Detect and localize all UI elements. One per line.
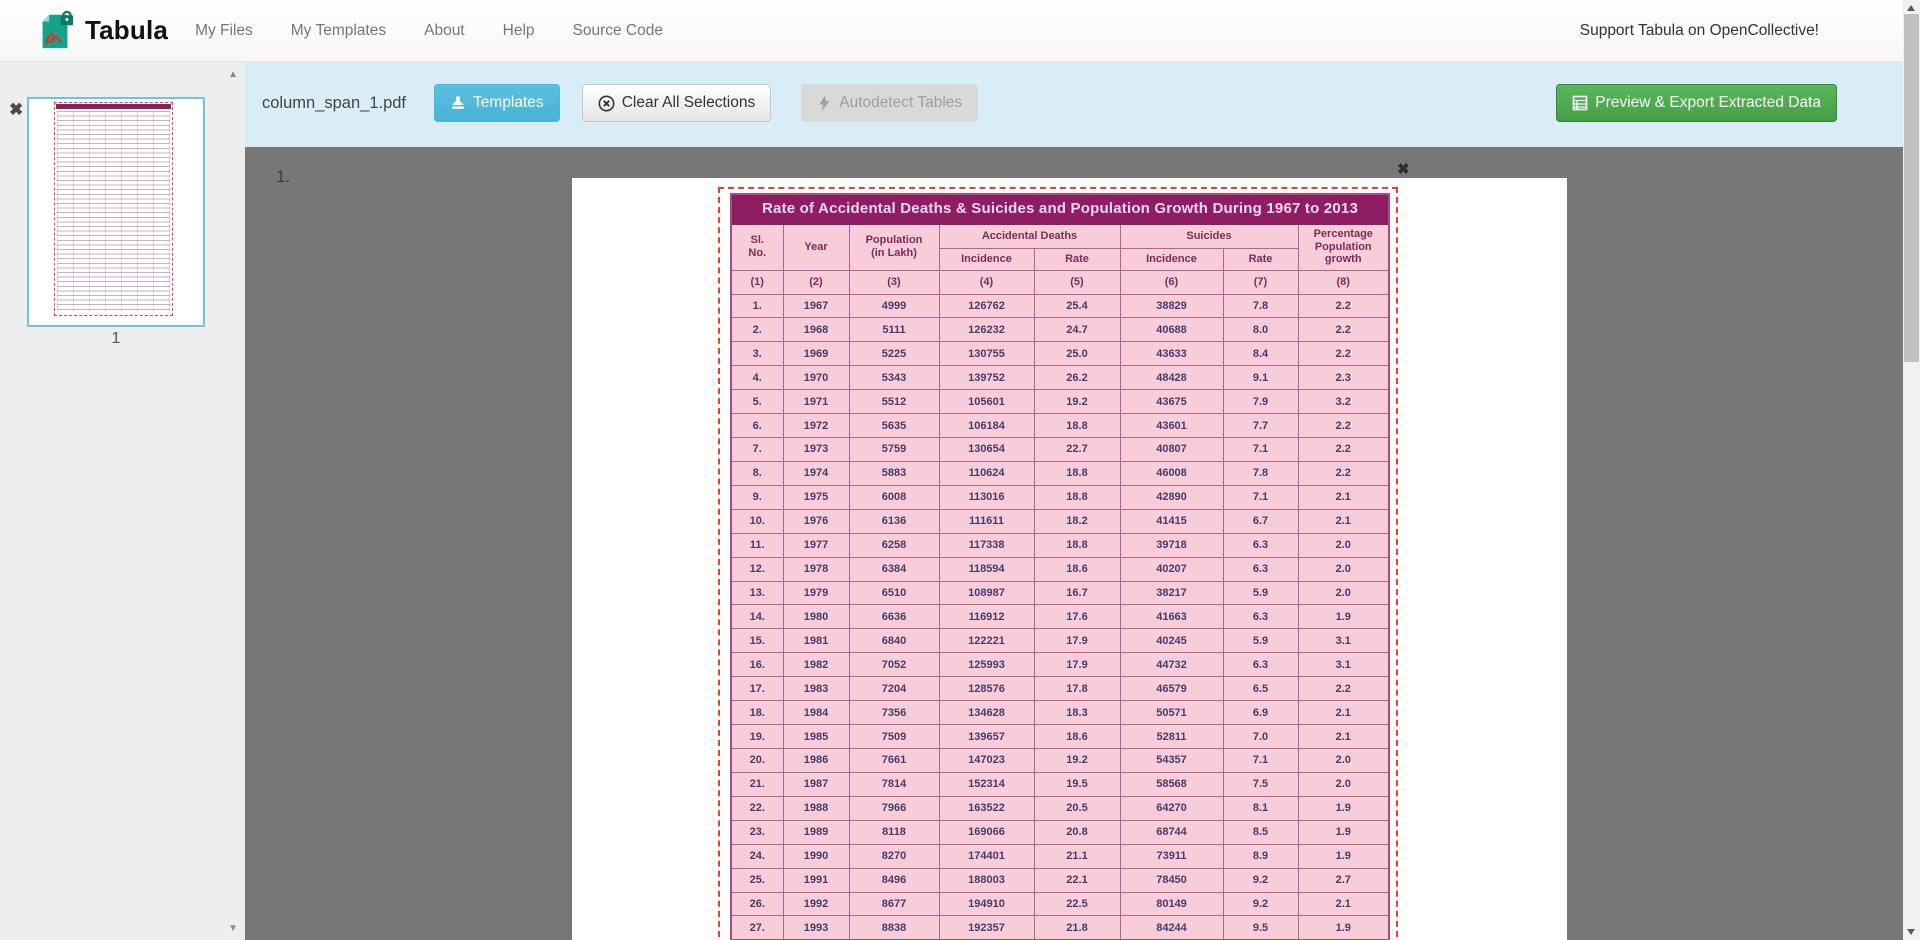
navbar: Tabula My Files My Templates About Help … (0, 0, 1903, 62)
nav-about[interactable]: About (405, 22, 484, 40)
selection-close-icon[interactable]: ✖ (1397, 160, 1410, 178)
thumbnail-table-title-bar (56, 104, 171, 109)
main-nav: My Files My Templates About Help Source … (176, 22, 682, 40)
templates-icon (450, 95, 466, 111)
remove-page-icon[interactable]: ✖ (9, 100, 23, 120)
tabula-app: Tabula My Files My Templates About Help … (0, 0, 1920, 940)
scrollbar-up-arrow[interactable] (1907, 5, 1915, 11)
sidebar-scroll-up-icon[interactable]: ▲ (228, 70, 238, 80)
nav-my-files[interactable]: My Files (176, 22, 272, 40)
autodetect-label: Autodetect Tables (839, 94, 962, 112)
page-number-label: 1. (276, 167, 290, 187)
thumbnail-table-rows (57, 111, 170, 311)
clear-label: Clear All Selections (622, 94, 756, 112)
brand-name: Tabula (85, 15, 168, 46)
autodetect-tables-button: Autodetect Tables (801, 84, 978, 122)
document-filename: column_span_1.pdf (262, 94, 406, 113)
page-thumbnail[interactable] (27, 97, 205, 327)
nav-my-templates[interactable]: My Templates (272, 22, 405, 40)
export-label: Preview & Export Extracted Data (1595, 94, 1821, 112)
table-selection-box[interactable] (718, 187, 1398, 940)
templates-label: Templates (473, 94, 544, 112)
toolbar: column_span_1.pdf Templates Cle (245, 62, 1903, 147)
page-sidebar: ▲ ✖ 1 ▼ (0, 62, 245, 940)
sidebar-scroll-down-icon[interactable]: ▼ (228, 924, 238, 934)
scrollbar-down-arrow[interactable] (1907, 929, 1915, 935)
document-viewport: 1. Rate of Accidental Deaths & Suicides … (245, 147, 1903, 940)
thumbnail-page-number: 1 (27, 330, 205, 348)
vertical-scrollbar (1903, 0, 1920, 940)
circle-x-icon (598, 95, 615, 112)
support-link[interactable]: Support Tabula on OpenCollective! (1580, 22, 1819, 40)
preview-export-button[interactable]: Preview & Export Extracted Data (1556, 84, 1837, 122)
nav-source-code[interactable]: Source Code (554, 22, 682, 40)
thumbnail-selection-overlay (54, 102, 173, 316)
tabula-logo-icon (34, 9, 76, 53)
templates-button[interactable]: Templates (434, 84, 560, 122)
brand-link[interactable]: Tabula (0, 9, 168, 53)
pdf-page[interactable]: Rate of Accidental Deaths & Suicides and… (572, 178, 1567, 940)
toolbar-row: column_span_1.pdf Templates Cle (245, 84, 1903, 122)
table-list-icon (1572, 95, 1588, 111)
lightning-icon (817, 95, 832, 112)
nav-help[interactable]: Help (484, 22, 554, 40)
scrollbar-thumb[interactable] (1904, 14, 1919, 362)
clear-all-selections-button[interactable]: Clear All Selections (582, 84, 772, 122)
